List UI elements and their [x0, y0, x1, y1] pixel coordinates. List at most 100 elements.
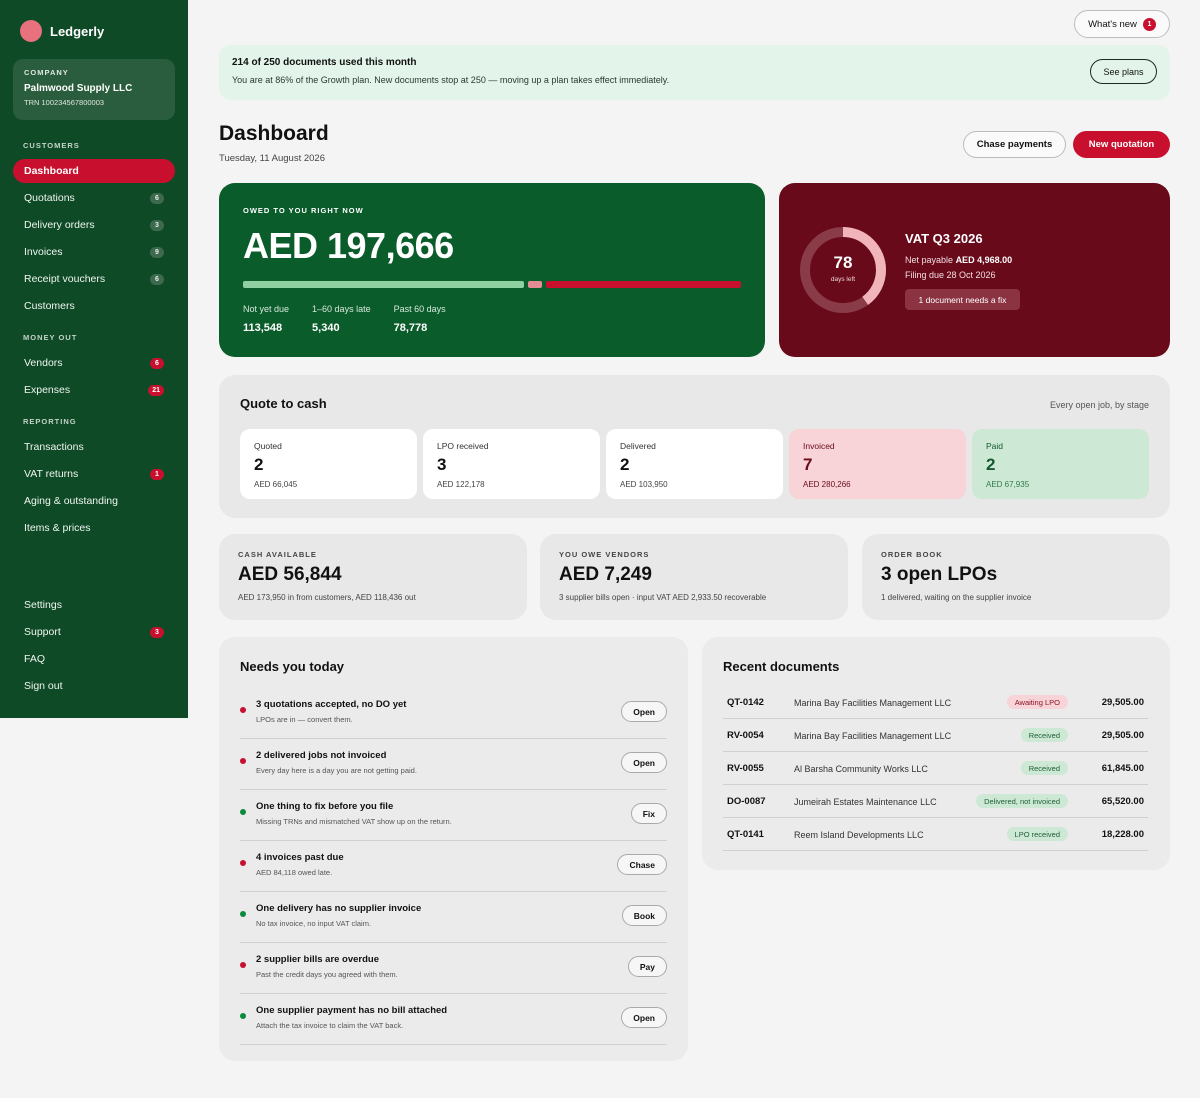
brand[interactable]: Ledgerly [20, 20, 104, 42]
task-action-button[interactable]: Open [621, 701, 667, 722]
kpi-order-book[interactable]: ORDER BOOK 3 open LPOs 1 delivered, wait… [862, 534, 1170, 620]
sidebar-item-expenses[interactable]: Expenses 21 [13, 378, 175, 402]
kpi-vendors-owed[interactable]: YOU OWE VENDORS AED 7,249 3 supplier bil… [540, 534, 848, 620]
document-id: RV-0055 [727, 763, 764, 774]
sidebar-item-delivery-orders[interactable]: Delivery orders 3 [13, 213, 175, 237]
task-subtitle: Attach the tax invoice to claim the VAT … [256, 1021, 404, 1030]
sidebar-item-transactions[interactable]: Transactions [13, 435, 175, 459]
stage-amount: AED 122,178 [437, 480, 485, 489]
sidebar: Ledgerly COMPANY Palmwood Supply LLC TRN… [0, 0, 188, 718]
count-badge: 3 [150, 626, 164, 638]
panel-title: Needs you today [240, 659, 345, 674]
aging-bar-segment [528, 281, 542, 288]
whats-new-button[interactable]: What's new 1 [1074, 10, 1170, 38]
task-subtitle: Every day here is a day you are not gett… [256, 766, 417, 775]
new-quotation-button[interactable]: New quotation [1073, 131, 1170, 158]
stage-invoiced[interactable]: Invoiced 7 AED 280,266 [789, 429, 966, 499]
task-row: One supplier payment has no bill attache… [240, 994, 667, 1045]
company-name: Palmwood Supply LLC [24, 83, 133, 94]
document-amount: 18,228.00 [1101, 829, 1144, 840]
task-action-button[interactable]: Book [621, 905, 667, 926]
task-row: 2 delivered jobs not invoiced Every day h… [240, 739, 667, 790]
document-row[interactable]: RV-0054 Marina Bay Facilities Management … [723, 719, 1148, 752]
kpi-kicker: YOU OWE VENDORS [559, 550, 650, 559]
document-row[interactable]: DO-0087 Jumeirah Estates Maintenance LLC D… [723, 785, 1148, 818]
stage-count: 3 [437, 455, 447, 474]
fix-document-chip[interactable]: 1 document needs a fix [905, 289, 1020, 310]
document-row[interactable]: RV-0055 Al Barsha Community Works LLC Rece… [723, 752, 1148, 785]
app-name: Ledgerly [50, 23, 105, 39]
stage-name: Quoted [254, 441, 282, 451]
sidebar-item-label: Receipt vouchers [24, 273, 106, 285]
document-amount: 65,520.00 [1101, 796, 1144, 807]
task-subtitle: LPOs are in — convert them. [256, 715, 353, 724]
net-payable-value: AED 4,968.00 [955, 255, 1013, 265]
company-kicker: COMPANY [24, 68, 69, 77]
see-plans-button[interactable]: See plans [1090, 59, 1157, 84]
stage-lpo-received[interactable]: LPO received 3 AED 122,178 [423, 429, 600, 499]
task-action-button[interactable]: Chase [617, 854, 667, 875]
kpi-value: 3 open LPOs [881, 564, 998, 585]
task-row: One thing to fix before you file Missing … [240, 790, 667, 841]
stage-amount: AED 280,266 [803, 480, 851, 489]
sidebar-item-quotations[interactable]: Quotations 6 [13, 186, 175, 210]
stage-quoted[interactable]: Quoted 2 AED 66,045 [240, 429, 417, 499]
kpi-cash-available[interactable]: CASH AVAILABLE AED 56,844 AED 173,950 in… [219, 534, 527, 620]
sidebar-item-support[interactable]: Support 3 [13, 620, 175, 644]
task-action-button[interactable]: Open [621, 752, 667, 773]
sidebar-item-sign-out[interactable]: Sign out [13, 674, 175, 698]
task-subtitle: Past the credit days you agreed with the… [256, 970, 398, 979]
aging-bar-segment [545, 281, 741, 288]
task-row: 3 quotations accepted, no DO yet LPOs are… [240, 688, 667, 739]
task-action-button[interactable]: Open [621, 1007, 667, 1028]
panel-title: Recent documents [723, 659, 840, 674]
task-action-button[interactable]: Fix [630, 803, 667, 824]
owed-card[interactable]: OWED TO YOU RIGHT NOW AED 197,666 Not ye… [219, 183, 765, 357]
sidebar-item-label: Settings [24, 599, 62, 611]
task-title: One delivery has no supplier invoice [256, 903, 422, 914]
document-customer: Reem Island Developments LLC [794, 830, 924, 840]
stage-delivered[interactable]: Delivered 2 AED 103,950 [606, 429, 783, 499]
chase-payments-button[interactable]: Chase payments [963, 131, 1066, 158]
sidebar-item-vendors[interactable]: Vendors 6 [13, 351, 175, 375]
panel-title: Quote to cash [240, 396, 327, 411]
vat-card[interactable]: 78 days left VAT Q3 2026 Net payable AED… [779, 183, 1170, 357]
stage-name: Paid [986, 441, 1004, 451]
aging-bar [243, 281, 741, 288]
sidebar-item-aging[interactable]: Aging & outstanding [13, 489, 175, 513]
owed-kicker: OWED TO YOU RIGHT NOW [243, 206, 364, 215]
sidebar-item-invoices[interactable]: Invoices 9 [13, 240, 175, 264]
sidebar-item-customers[interactable]: Customers [13, 294, 175, 318]
notification-badge: 1 [1142, 17, 1156, 31]
document-row[interactable]: QT-0141 Reem Island Developments LLC LPO r… [723, 818, 1148, 851]
company-switcher[interactable]: COMPANY Palmwood Supply LLC TRN 10023456… [13, 59, 175, 120]
task-title: 2 supplier bills are overdue [256, 954, 380, 965]
stage-name: LPO received [437, 441, 489, 451]
sidebar-item-faq[interactable]: FAQ [13, 647, 175, 671]
task-action-button[interactable]: Pay [627, 956, 667, 977]
count-badge: 6 [150, 192, 164, 204]
task-subtitle: Missing TRNs and mismatched VAT show up … [256, 817, 452, 826]
sidebar-item-label: Quotations [24, 192, 75, 204]
stage-paid[interactable]: Paid 2 AED 67,935 [972, 429, 1149, 499]
task-title: One thing to fix before you file [256, 801, 394, 812]
sidebar-item-receipt-vouchers[interactable]: Receipt vouchers 6 [13, 267, 175, 291]
status-dot-icon [240, 758, 246, 764]
document-id: QT-0142 [727, 697, 764, 708]
nav-section-reporting: REPORTING [23, 417, 77, 426]
status-dot-icon [240, 911, 246, 917]
sidebar-item-items-prices[interactable]: Items & prices [13, 516, 175, 540]
sidebar-item-settings[interactable]: Settings [13, 593, 175, 617]
count-badge: 1 [150, 468, 164, 480]
document-customer: Marina Bay Facilities Management LLC [794, 731, 952, 741]
sidebar-item-dashboard[interactable]: Dashboard [13, 159, 175, 183]
document-customer: Jumeirah Estates Maintenance LLC [794, 797, 937, 807]
aging-value: 113,548 [243, 322, 283, 334]
kpi-value: AED 56,844 [238, 564, 342, 585]
stage-name: Invoiced [803, 441, 835, 451]
sidebar-item-vat-returns[interactable]: VAT returns 1 [13, 462, 175, 486]
document-amount: 29,505.00 [1101, 730, 1144, 741]
document-row[interactable]: QT-0142 Marina Bay Facilities Management … [723, 686, 1148, 719]
owed-amount: AED 197,666 [243, 225, 454, 266]
quote-to-cash-panel: Quote to cash Every open job, by stage Q… [219, 375, 1170, 518]
